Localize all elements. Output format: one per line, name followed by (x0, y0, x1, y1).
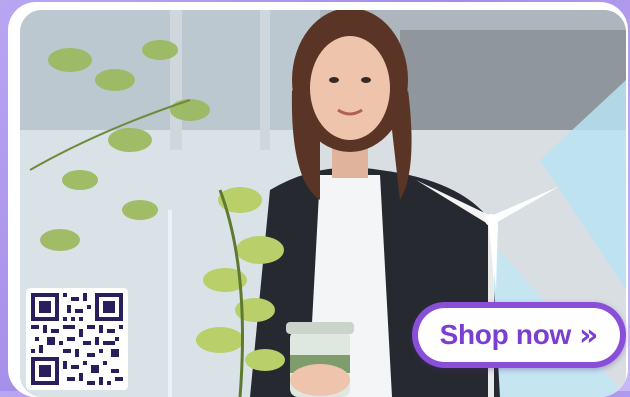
double-chevron-right-icon: » (578, 317, 599, 353)
shop-now-button[interactable]: Shop now » (412, 302, 626, 368)
qr-code[interactable] (26, 288, 128, 390)
shop-now-button-inner[interactable]: Shop now » (418, 308, 620, 362)
shop-now-label: Shop now (439, 319, 572, 350)
qr-code-icon (31, 293, 123, 385)
ad-banner-card: Shop now » (8, 2, 628, 397)
